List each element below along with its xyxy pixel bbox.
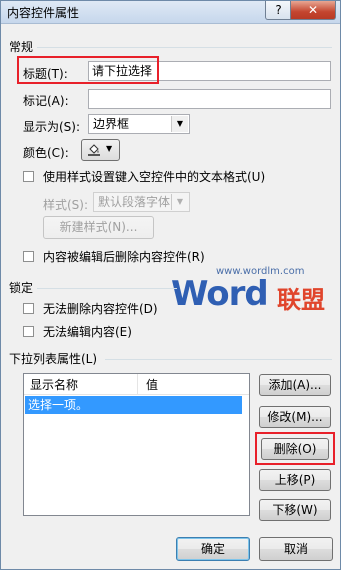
list-item-display: 选择一项。 xyxy=(28,398,89,412)
cannot-edit-label: 无法编辑内容(E) xyxy=(43,325,132,339)
word-lianmeng-watermark: www.wordlm.com Word 联盟 xyxy=(171,266,336,321)
show-as-value: 边界框 xyxy=(93,117,130,131)
list-header: 显示名称 值 xyxy=(24,374,249,395)
modify-label: 修改(M)... xyxy=(267,410,323,424)
cannot-delete-label: 无法删除内容控件(D) xyxy=(43,302,158,316)
content-control-properties-dialog: 内容控件属性 ? ✕ 常规 标题(T): 请下拉选择 标记(A): 显示为(S)… xyxy=(0,0,341,570)
tag-field[interactable] xyxy=(88,89,331,109)
column-display-name[interactable]: 显示名称 xyxy=(30,376,78,393)
ok-label: 确定 xyxy=(200,542,225,556)
style-select[interactable]: 默认段落字体 ▼ xyxy=(93,192,190,212)
watermark-cn: 联盟 xyxy=(277,286,325,314)
watermark-word: Word xyxy=(171,274,269,314)
style-value: 默认段落字体 xyxy=(98,195,171,209)
cannot-edit-checkbox[interactable] xyxy=(23,326,34,337)
tag-label: 标记(A): xyxy=(23,94,69,108)
general-divider xyxy=(37,47,332,48)
column-value[interactable]: 值 xyxy=(146,376,158,393)
dropdown-properties-heading: 下拉列表属性(L) xyxy=(9,352,98,366)
delete-highlight-box xyxy=(255,432,335,465)
list-item[interactable]: 选择一项。 xyxy=(25,396,242,414)
move-down-button[interactable]: 下移(W) xyxy=(259,499,331,521)
move-up-label: 上移(P) xyxy=(274,473,316,487)
cancel-button[interactable]: 取消 xyxy=(259,537,333,561)
modify-button[interactable]: 修改(M)... xyxy=(259,406,331,428)
use-style-checkbox[interactable] xyxy=(23,171,34,182)
show-as-label: 显示为(S): xyxy=(23,120,81,134)
show-as-select[interactable]: 边界框 ▼ xyxy=(88,114,190,134)
dropdown-divider xyxy=(105,359,332,360)
chevron-down-icon: ▼ xyxy=(106,144,113,153)
color-picker-button[interactable]: ▼ xyxy=(81,139,120,161)
close-button[interactable]: ✕ xyxy=(290,1,336,20)
move-down-label: 下移(W) xyxy=(272,503,318,517)
new-style-button[interactable]: 新建样式(N)... xyxy=(43,216,154,239)
locking-divider xyxy=(37,288,177,289)
chevron-down-icon: ▼ xyxy=(171,194,188,210)
title-highlight-box xyxy=(17,56,159,84)
window-title: 内容控件属性 xyxy=(7,6,80,20)
remove-after-edit-label: 内容被编辑后删除内容控件(R) xyxy=(43,250,205,264)
add-label: 添加(A)... xyxy=(268,378,322,392)
add-button[interactable]: 添加(A)... xyxy=(259,374,331,396)
general-heading: 常规 xyxy=(9,40,34,54)
dropdown-items-list[interactable]: 显示名称 值 选择一项。 xyxy=(23,373,250,516)
move-up-button[interactable]: 上移(P) xyxy=(259,469,331,491)
cancel-label: 取消 xyxy=(283,542,308,556)
cannot-delete-checkbox[interactable] xyxy=(23,303,34,314)
style-label: 样式(S): xyxy=(43,198,89,212)
locking-heading: 锁定 xyxy=(9,281,34,295)
paint-bucket-icon xyxy=(88,144,100,156)
remove-after-edit-checkbox[interactable] xyxy=(23,251,34,262)
ok-button[interactable]: 确定 xyxy=(176,537,250,561)
chevron-down-icon: ▼ xyxy=(171,116,188,132)
help-button[interactable]: ? xyxy=(265,1,292,20)
column-separator xyxy=(137,374,138,394)
title-bar: 内容控件属性 ? ✕ xyxy=(1,1,340,24)
color-label: 颜色(C): xyxy=(23,146,69,160)
new-style-label: 新建样式(N)... xyxy=(59,220,138,234)
use-style-label: 使用样式设置键入空控件中的文本格式(U) xyxy=(43,170,266,184)
